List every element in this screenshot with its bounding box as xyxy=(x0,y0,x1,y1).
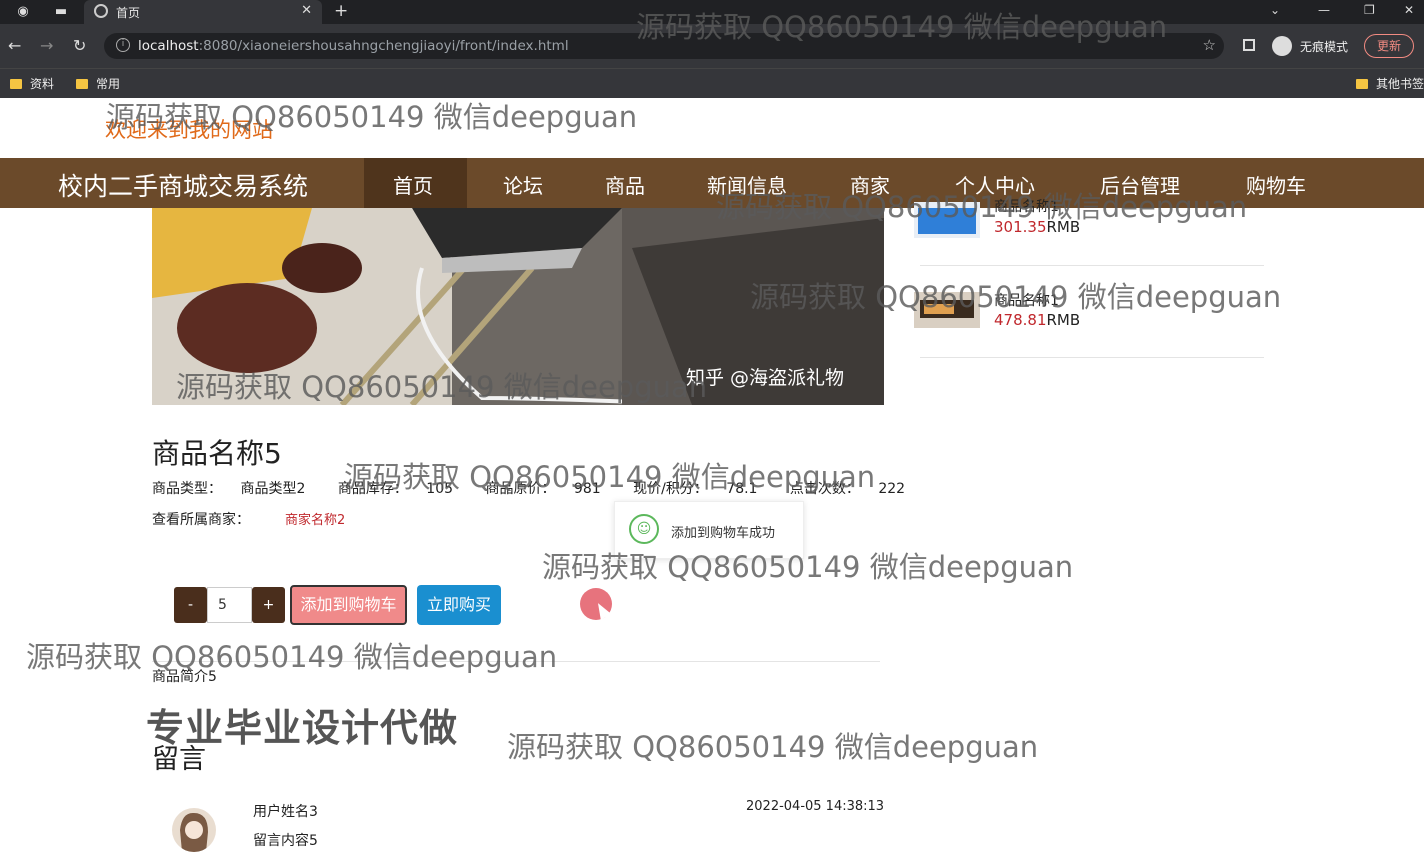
chevron-down-icon[interactable]: ⌄ xyxy=(1270,3,1280,17)
nav-home[interactable]: 首页 xyxy=(393,170,433,199)
url-text: localhost:8080/xiaoneiershousahngchengji… xyxy=(138,38,569,54)
incognito-icon[interactable] xyxy=(1272,36,1292,56)
nav-forum[interactable]: 论坛 xyxy=(503,170,543,199)
bookmark-star-icon[interactable]: ☆ xyxy=(1203,36,1216,54)
nav-products[interactable]: 商品 xyxy=(605,170,645,199)
watermark: 源码获取 QQ86050149 微信deepguan xyxy=(542,550,1074,584)
smile-icon: ☺ xyxy=(629,514,659,544)
minimize-icon[interactable]: — xyxy=(1318,3,1330,17)
tab-title: 首页 xyxy=(116,6,141,20)
folder-icon xyxy=(10,79,22,89)
bookmark-folder-2[interactable]: 常用 xyxy=(76,75,120,92)
brand-title[interactable]: 校内二手商城交易系统 xyxy=(58,167,308,203)
tab-close-icon[interactable]: ✕ xyxy=(301,3,312,18)
add-to-cart-button[interactable]: 添加到购物车 xyxy=(290,585,407,625)
reload-icon[interactable]: ↻ xyxy=(73,36,86,55)
globe-icon[interactable]: ◉ xyxy=(14,3,32,21)
image-caption: 知乎 @海盗派礼物 xyxy=(686,367,845,389)
messages-title: 留言 xyxy=(152,744,206,775)
side-divider xyxy=(920,265,1264,266)
type-field: 商品类型： 商品类型2 xyxy=(152,481,306,497)
watermark: 源码获取 QQ86050149 微信deepguan xyxy=(176,370,708,404)
watermark: 源码获取 QQ86050149 微信deepguan xyxy=(507,730,1039,764)
watermark: 源码获取 QQ86050149 微信deepguan xyxy=(344,460,876,494)
other-bookmarks[interactable]: 其他书签 xyxy=(1356,75,1424,92)
watermark: 源码获取 QQ86050149 微信deepguan xyxy=(750,280,1282,314)
seller-label: 查看所属商家： xyxy=(152,512,250,528)
incognito-label: 无痕模式 xyxy=(1300,40,1349,54)
update-button[interactable]: 更新 xyxy=(1364,34,1414,58)
product-title: 商品名称5 xyxy=(152,437,282,470)
side-divider xyxy=(920,357,1264,358)
watermark: 源码获取 QQ86050149 微信deepguan xyxy=(716,190,1248,224)
quantity-decrement-button[interactable]: - xyxy=(174,587,207,623)
bookmark-folder-1[interactable]: 资料 xyxy=(10,75,54,92)
browser-tab[interactable]: 首页 ✕ xyxy=(84,0,322,24)
seller-link[interactable]: 商家名称2 xyxy=(285,509,345,528)
buy-now-button[interactable]: 立即购买 xyxy=(417,585,501,625)
site-info-icon[interactable]: i xyxy=(116,38,130,52)
toast-message: 添加到购物车成功 xyxy=(671,526,776,541)
folder-icon xyxy=(1356,79,1368,89)
avatar xyxy=(172,808,216,852)
tab-search-icon[interactable]: ▬ xyxy=(52,3,70,21)
watermark: 源码获取 QQ86050149 微信deepguan xyxy=(636,10,1168,44)
nav-cart[interactable]: 购物车 xyxy=(1246,170,1306,199)
side-panel-icon[interactable] xyxy=(1243,39,1255,51)
quantity-increment-button[interactable]: + xyxy=(252,587,285,623)
back-icon[interactable]: ← xyxy=(8,36,21,55)
new-tab-icon[interactable]: + xyxy=(334,1,348,21)
restore-icon[interactable]: ❐ xyxy=(1364,3,1375,17)
watermark: 源码获取 QQ86050149 微信deepguan xyxy=(26,640,558,674)
folder-icon xyxy=(76,79,88,89)
message-content: 留言内容5 xyxy=(253,833,318,849)
window-close-icon[interactable]: ✕ xyxy=(1404,3,1414,17)
message-time: 2022-04-05 14:38:13 xyxy=(746,799,885,814)
message-user: 用户姓名3 xyxy=(253,804,318,820)
forward-icon[interactable]: → xyxy=(40,36,53,55)
quantity-input[interactable]: 5 xyxy=(207,587,252,623)
watermark: 源码获取 QQ86050149 微信deepguan xyxy=(106,100,638,134)
tab-favicon-icon xyxy=(94,4,108,18)
